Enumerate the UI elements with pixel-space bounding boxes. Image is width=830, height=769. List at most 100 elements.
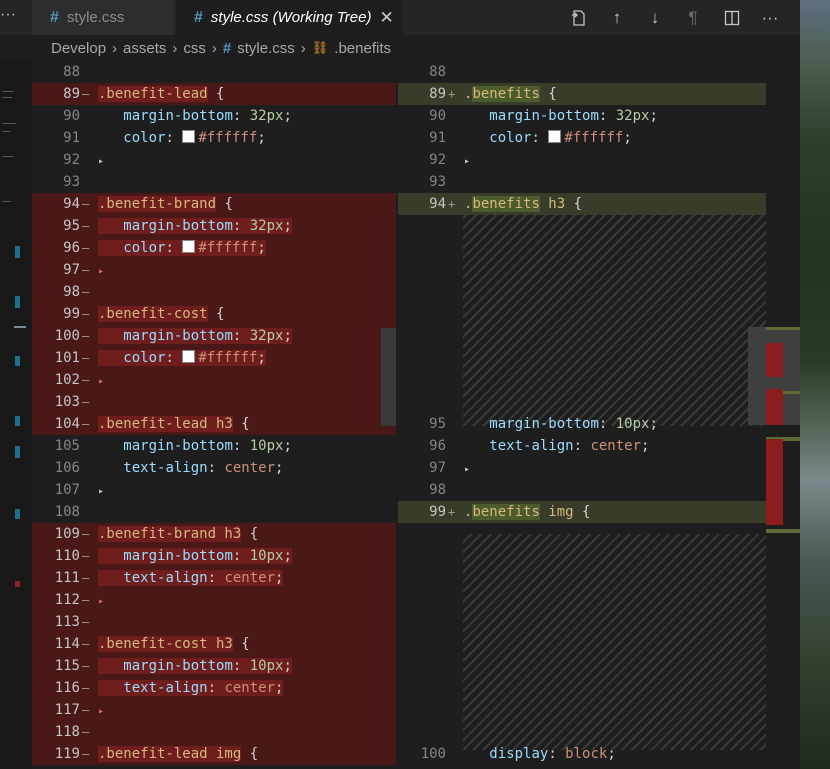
breadcrumb-item[interactable]: style.css <box>237 40 295 57</box>
code-line[interactable]: 105 margin-bottom: 10px; <box>32 435 396 457</box>
code-line[interactable]: 95 margin-bottom: 10px; <box>398 413 766 435</box>
code-line[interactable]: 93 <box>32 171 396 193</box>
selector: .benefit-lead h3 <box>98 416 233 432</box>
code-line[interactable]: 89— .benefit-lead { <box>32 83 396 105</box>
more-actions-button[interactable]: ··· <box>757 0 783 35</box>
code-line[interactable]: 97 ▸ <box>398 457 766 479</box>
color-swatch-icon[interactable] <box>182 350 196 363</box>
colon: : <box>207 680 225 696</box>
overview-ruler[interactable] <box>748 61 800 769</box>
code-line[interactable]: 93 <box>398 171 766 193</box>
code-text: display: block; <box>464 743 615 765</box>
tabs-overflow-button[interactable]: ··· <box>0 0 20 35</box>
css-value: 10px <box>249 438 284 454</box>
breadcrumb-item[interactable]: .benefits <box>334 40 391 57</box>
code-line[interactable]: 120 display: block; <box>32 765 396 769</box>
css-value: 10px <box>615 416 650 432</box>
tab-style-css-working-tree[interactable]: # style.css (Working Tree) ✕ <box>176 0 402 35</box>
code-line[interactable]: 88 <box>32 61 396 83</box>
next-change-button[interactable]: ↓ <box>642 0 668 35</box>
original-editor-pane[interactable]: 88 89— .benefit-lead {90 margin-bottom: 32… <box>32 61 396 769</box>
code-line[interactable]: 90 margin-bottom: 32px; <box>32 105 396 127</box>
code-line[interactable]: 112— ▸ <box>32 589 396 611</box>
code-line[interactable]: 96 text-align: center; <box>398 435 766 457</box>
code-line[interactable]: 104— .benefit-lead h3 { <box>32 413 396 435</box>
code-line[interactable]: 95— margin-bottom: 32px; <box>32 215 396 237</box>
code-line[interactable]: 96— color: #ffffff; <box>32 237 396 259</box>
code-line[interactable]: 97— ▸ <box>32 259 396 281</box>
code-line[interactable]: 99— .benefit-cost { <box>32 303 396 325</box>
brace: { <box>232 416 250 432</box>
breadcrumb-item[interactable]: assets <box>123 40 166 57</box>
code-line[interactable]: 94— .benefit-brand { <box>32 193 396 215</box>
semicolon: ; <box>283 328 292 344</box>
code-line[interactable]: 89 + .benefits { <box>398 83 766 105</box>
open-file-button[interactable] <box>566 0 592 35</box>
fold-marker-icon[interactable]: ▸ <box>464 156 470 167</box>
scrollbar-thumb[interactable] <box>381 328 396 426</box>
code-line[interactable]: 102— ▸ <box>32 369 396 391</box>
code-line[interactable]: 116— text-align: center; <box>32 677 396 699</box>
code-line[interactable]: 94 + .benefits h3 { <box>398 193 766 215</box>
fold-marker-icon[interactable]: ▸ <box>464 464 470 475</box>
code-line[interactable]: 98— <box>32 281 396 303</box>
fold-marker-icon[interactable]: ▸ <box>98 266 104 277</box>
code-line[interactable]: 91 color: #ffffff; <box>32 127 396 149</box>
fold-marker-icon[interactable]: ▸ <box>98 486 104 497</box>
code-line[interactable]: 90 margin-bottom: 32px; <box>398 105 766 127</box>
code-line[interactable]: 115— margin-bottom: 10px; <box>32 655 396 677</box>
code-line[interactable]: 92 ▸ <box>32 149 396 171</box>
code-line[interactable]: 119— .benefit-lead img { <box>32 743 396 765</box>
color-swatch-icon[interactable] <box>182 240 196 253</box>
breadcrumb-item[interactable]: css <box>183 40 206 57</box>
code-line[interactable]: 118— <box>32 721 396 743</box>
breadcrumb-item[interactable]: Develop <box>51 40 106 57</box>
code-line[interactable]: 117— ▸ <box>32 699 396 721</box>
close-icon[interactable]: ✕ <box>379 8 393 28</box>
colon: : <box>531 130 549 146</box>
code-line[interactable]: 88 <box>398 61 766 83</box>
code-line[interactable]: 100 display: block; <box>398 743 766 765</box>
code-line[interactable]: 101— color: #ffffff; <box>32 347 396 369</box>
selector: .benefit-brand h3 <box>98 526 242 542</box>
minimap[interactable] <box>0 61 26 769</box>
code-line[interactable]: 103— <box>32 391 396 413</box>
fold-marker-icon[interactable]: ▸ <box>98 596 104 607</box>
diff-removed-marker: — <box>82 351 90 365</box>
code-line[interactable]: 91 color: #ffffff; <box>398 127 766 149</box>
fold-marker-icon[interactable]: ▸ <box>98 706 104 717</box>
code-line[interactable]: 114— .benefit-cost h3 { <box>32 633 396 655</box>
split-editor-button[interactable] <box>719 0 745 35</box>
code-line[interactable]: 100— margin-bottom: 32px; <box>32 325 396 347</box>
colon: : <box>165 350 183 366</box>
css-value: 32px <box>249 108 284 124</box>
semicolon: ; <box>641 438 650 454</box>
background-photo <box>800 0 830 769</box>
modified-editor-pane[interactable]: 88 89 + .benefits {90 margin-bottom: 32px; 9… <box>398 61 766 769</box>
fold-marker-icon[interactable]: ▸ <box>98 156 104 167</box>
css-property: margin-bottom <box>489 416 599 432</box>
tab-style-css[interactable]: # style.css <box>32 0 174 35</box>
diff-removed-marker: — <box>82 87 90 101</box>
code-text: .benefit-lead { <box>98 83 224 105</box>
code-line[interactable]: 110— margin-bottom: 10px; <box>32 545 396 567</box>
code-line[interactable]: 92 ▸ <box>398 149 766 171</box>
css-value: #ffffff <box>564 130 624 146</box>
code-line[interactable]: 106 text-align: center; <box>32 457 396 479</box>
semicolon: ; <box>275 570 284 586</box>
color-swatch-icon[interactable] <box>182 130 196 143</box>
code-line[interactable]: 109— .benefit-brand h3 { <box>32 523 396 545</box>
code-line[interactable]: 107 ▸ <box>32 479 396 501</box>
code-line[interactable]: 99 + .benefits img { <box>398 501 766 523</box>
fold-marker-icon[interactable]: ▸ <box>98 376 104 387</box>
code-line[interactable]: 108 <box>32 501 396 523</box>
toggle-whitespace-button[interactable]: ¶ <box>680 0 706 35</box>
line-number: 113 <box>54 614 80 630</box>
line-number: 99 <box>63 306 80 322</box>
code-line[interactable]: 111— text-align: center; <box>32 567 396 589</box>
code-line[interactable]: 98 <box>398 479 766 501</box>
code-line[interactable]: 113— <box>32 611 396 633</box>
previous-change-button[interactable]: ↑ <box>604 0 630 35</box>
color-swatch-icon[interactable] <box>548 130 562 143</box>
